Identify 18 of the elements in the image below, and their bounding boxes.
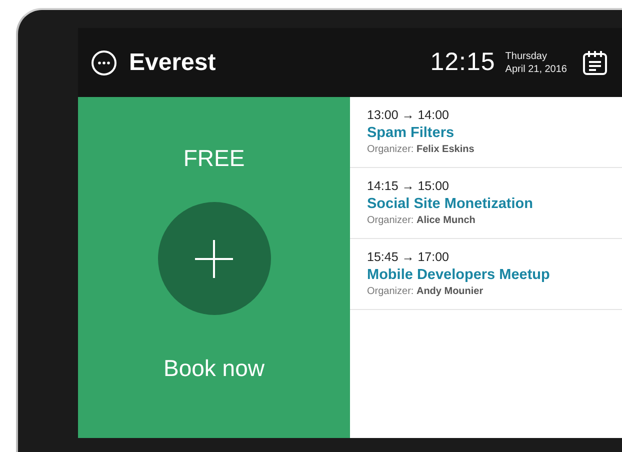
date: April 21, 2016 — [505, 62, 567, 76]
meeting-title[interactable]: Social Site Monetization — [367, 196, 622, 212]
meeting-organizer: Organizer: Alice Munch — [367, 215, 476, 226]
meeting-organizer: Organizer: Andy Mounier — [367, 286, 484, 297]
meeting-time: 15:45 → 17:00 — [367, 250, 450, 264]
meeting-time: 13:00 → 14:00 — [367, 108, 450, 122]
calendar-icon[interactable] — [582, 50, 608, 76]
more-icon[interactable] — [91, 50, 117, 76]
book-now-button[interactable]: Book now — [163, 355, 264, 382]
meeting-title[interactable]: Spam Filters — [367, 125, 622, 141]
clock-time: 12:15 — [430, 48, 496, 77]
meeting-time: 14:15 → 15:00 — [367, 179, 450, 193]
meeting-organizer: Organizer: Felix Eskins — [367, 144, 476, 155]
weekday: Thursday — [505, 50, 548, 62]
plus-icon — [195, 240, 233, 278]
room-name: Everest — [129, 48, 216, 76]
meeting-title[interactable]: Mobile Developers Meetup — [367, 267, 622, 283]
status-label: FREE — [183, 145, 245, 172]
